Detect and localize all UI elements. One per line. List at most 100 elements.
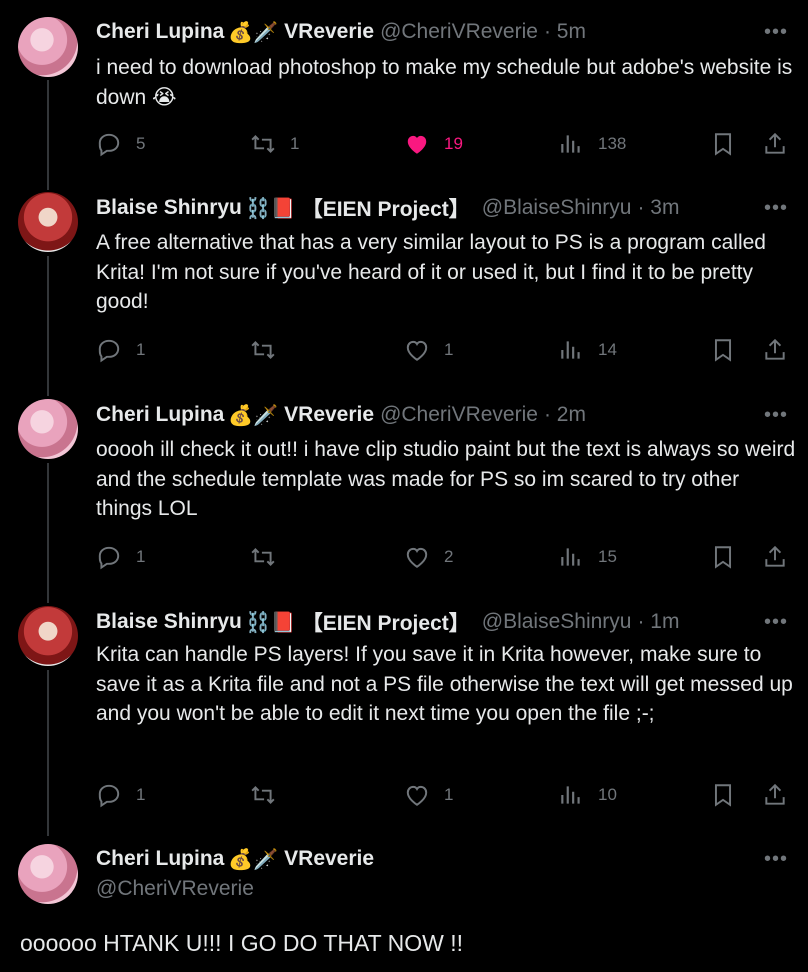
bookmark-icon	[714, 784, 732, 807]
avatar[interactable]	[18, 606, 78, 666]
reply-icon	[98, 339, 120, 363]
reply-tweet[interactable]: Blaise Shinryu ⛓️📕 【EIEN Project】 @Blais…	[0, 600, 808, 836]
tweet-text: i need to download photoshop to make my …	[96, 56, 793, 109]
name-emojis: ⛓️📕	[245, 611, 296, 634]
action-bar: 1 2 15	[96, 542, 796, 572]
focused-tweet[interactable]: Cheri Lupina 💰🗡️ VReverie @CheriVReverie…	[0, 836, 808, 972]
avatar[interactable]	[18, 399, 78, 459]
share-icon	[765, 545, 785, 567]
share-button[interactable]	[762, 780, 788, 810]
name-emojis: ⛓️📕	[245, 197, 296, 220]
bookmark-button[interactable]	[710, 542, 736, 572]
reply-button[interactable]: 1	[96, 542, 145, 572]
tweet-header: Cheri Lupina 💰🗡️ VReverie @CheriVReverie…	[96, 19, 586, 45]
display-name-suffix[interactable]: VReverie	[284, 20, 374, 44]
like-button[interactable]: 19	[404, 129, 463, 159]
timestamp[interactable]: · 5m	[544, 20, 586, 44]
views-icon	[561, 341, 580, 359]
display-name[interactable]: Blaise Shinryu	[96, 610, 242, 634]
share-icon	[765, 783, 785, 805]
display-name[interactable]: Cheri Lupina	[96, 20, 224, 44]
display-name[interactable]: Blaise Shinryu	[96, 196, 242, 220]
display-name[interactable]: Cheri Lupina	[96, 847, 224, 871]
like-icon	[406, 547, 428, 568]
timestamp[interactable]: · 1m	[637, 610, 679, 634]
tweet-text: ooooh ill check it out!! i have clip stu…	[96, 438, 796, 520]
retweet-button[interactable]	[250, 335, 276, 365]
retweet-button[interactable]	[250, 542, 276, 572]
display-name-suffix[interactable]: VReverie	[284, 847, 374, 871]
bookmark-icon	[714, 339, 732, 362]
avatar[interactable]	[18, 17, 78, 77]
avatar[interactable]	[18, 844, 78, 904]
reply-icon	[98, 133, 120, 157]
share-icon	[765, 338, 785, 360]
like-icon	[406, 785, 428, 806]
display-name-suffix[interactable]: VReverie	[284, 403, 374, 427]
retweet-button[interactable]	[250, 780, 276, 810]
reply-button[interactable]: 5	[96, 129, 145, 159]
share-button[interactable]	[762, 129, 788, 159]
handle[interactable]: @BlaiseShinryu	[482, 196, 632, 220]
reply-icon	[98, 546, 120, 570]
handle[interactable]: @CheriVReverie	[96, 877, 254, 901]
reply-tweet[interactable]: Blaise Shinryu ⛓️📕 【EIEN Project】 @Blais…	[0, 186, 808, 393]
name-emojis: 💰🗡️	[228, 21, 279, 44]
bookmark-button[interactable]	[710, 780, 736, 810]
display-name[interactable]: Cheri Lupina	[96, 403, 224, 427]
more-icon[interactable]: •••	[764, 847, 788, 871]
bookmark-button[interactable]	[710, 129, 736, 159]
share-button[interactable]	[762, 335, 788, 365]
retweet-icon	[251, 135, 275, 153]
tweet-header: Blaise Shinryu ⛓️📕 【EIEN Project】 @Blais…	[96, 195, 679, 221]
views-button[interactable]: 10	[558, 780, 617, 810]
action-bar: 5 1 19 138	[96, 129, 796, 159]
reply-button[interactable]: 1	[96, 780, 145, 810]
like-button[interactable]: 1	[404, 780, 453, 810]
views-icon	[561, 548, 580, 566]
tweet-header: Blaise Shinryu ⛓️📕 【EIEN Project】 @Blais…	[96, 609, 679, 635]
tweet-header: Cheri Lupina 💰🗡️ VReverie	[96, 846, 374, 872]
views-icon	[561, 135, 580, 153]
like-button[interactable]: 1	[404, 335, 453, 365]
bookmark-button[interactable]	[710, 335, 736, 365]
tweet-text: Krita can handle PS layers! If you save …	[96, 643, 793, 725]
views-button[interactable]: 138	[558, 129, 626, 159]
handle[interactable]: @CheriVReverie	[380, 20, 538, 44]
timestamp[interactable]: · 2m	[544, 403, 586, 427]
name-emojis: 💰🗡️	[228, 848, 279, 871]
retweet-icon	[251, 548, 275, 566]
more-icon[interactable]: •••	[764, 20, 788, 44]
more-icon[interactable]: •••	[764, 610, 788, 634]
like-button[interactable]: 2	[404, 542, 453, 572]
views-button[interactable]: 15	[558, 542, 617, 572]
display-name-suffix[interactable]: 【EIEN Project】	[302, 193, 470, 223]
name-emojis: 💰🗡️	[228, 404, 279, 427]
share-button[interactable]	[762, 542, 788, 572]
reply-button[interactable]: 1	[96, 335, 145, 365]
reply-icon	[98, 784, 120, 808]
like-icon	[407, 135, 427, 154]
handle[interactable]: @CheriVReverie	[380, 403, 538, 427]
more-icon[interactable]: •••	[764, 196, 788, 220]
action-bar: 1 1 14	[96, 335, 796, 365]
bookmark-icon	[714, 546, 732, 569]
views-button[interactable]: 14	[558, 335, 617, 365]
retweet-icon	[251, 341, 275, 359]
timestamp[interactable]: · 3m	[637, 196, 679, 220]
more-icon[interactable]: •••	[764, 403, 788, 427]
views-icon	[561, 786, 580, 804]
share-icon	[765, 132, 785, 154]
bookmark-icon	[714, 133, 732, 156]
display-name-suffix[interactable]: 【EIEN Project】	[302, 607, 470, 637]
like-icon	[406, 340, 428, 361]
tweet-header: Cheri Lupina 💰🗡️ VReverie @CheriVReverie…	[96, 402, 586, 428]
tweet-text: A free alternative that has a very simil…	[96, 231, 766, 313]
reply-tweet[interactable]: Cheri Lupina 💰🗡️ VReverie @CheriVReverie…	[0, 393, 808, 600]
reply-tweet[interactable]: Cheri Lupina 💰🗡️ VReverie @CheriVReverie…	[0, 0, 808, 186]
avatar[interactable]	[18, 192, 78, 252]
action-bar: 1 1 10	[96, 780, 796, 810]
retweet-icon	[251, 786, 275, 804]
retweet-button[interactable]: 1	[250, 129, 299, 159]
handle[interactable]: @BlaiseShinryu	[482, 610, 632, 634]
